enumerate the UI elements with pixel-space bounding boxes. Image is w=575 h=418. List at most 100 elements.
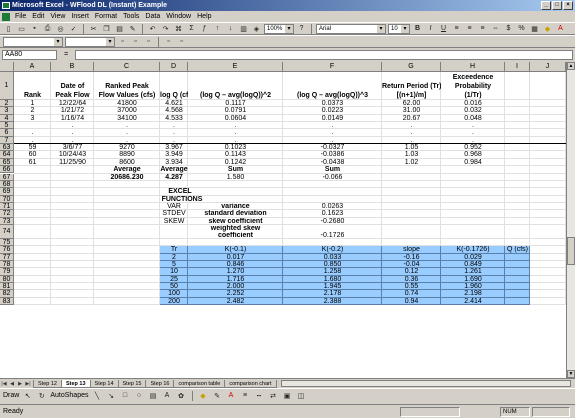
column-header-i[interactable]: I	[505, 62, 530, 72]
3d-icon[interactable]: ◫	[296, 390, 307, 401]
arrow-icon[interactable]: ↘	[106, 390, 117, 401]
horizontal-scrollbar[interactable]	[280, 380, 571, 387]
menu-window[interactable]: Window	[163, 11, 194, 22]
row-header-3[interactable]: 3	[0, 107, 14, 115]
wordart-icon[interactable]: A	[162, 390, 173, 401]
toolbar-icon[interactable]: ▫	[176, 36, 187, 47]
sheet-tab[interactable]: Step 12	[33, 379, 62, 388]
paste-icon[interactable]: ▤	[114, 23, 125, 34]
row-header-77[interactable]: 77	[0, 253, 14, 261]
cut-icon[interactable]: ✂	[88, 23, 99, 34]
sort-ascending-icon[interactable]: ↑	[212, 23, 223, 34]
menu-data[interactable]: Data	[142, 11, 163, 22]
column-header-d[interactable]: D	[160, 62, 188, 72]
sort-descending-icon[interactable]: ↓	[225, 23, 236, 34]
font-size-select[interactable]: 10	[388, 23, 410, 34]
align-center-icon[interactable]: ≡	[464, 23, 475, 34]
toolbar-icon[interactable]: ▫	[117, 36, 128, 47]
arrow-style-icon[interactable]: ⇄	[268, 390, 279, 401]
spelling-icon[interactable]: ✓	[68, 23, 79, 34]
print-preview-icon[interactable]: ◎	[55, 23, 66, 34]
line-style-icon[interactable]: ≡	[240, 390, 251, 401]
column-header-f[interactable]: F	[283, 62, 382, 72]
scroll-down-arrow[interactable]: ▼	[567, 370, 575, 378]
row-header-6[interactable]: 6	[0, 129, 14, 137]
sheet-tab[interactable]: Step 14	[89, 379, 119, 388]
row-header-68[interactable]: 68	[0, 180, 14, 189]
style-select[interactable]	[3, 36, 63, 47]
dash-style-icon[interactable]: ┅	[254, 390, 265, 401]
clipart-icon[interactable]: ✿	[176, 390, 187, 401]
save-icon[interactable]: ▪	[29, 23, 40, 34]
maximize-button[interactable]: □	[552, 1, 562, 10]
vertical-scrollbar[interactable]: ▲ ▼	[566, 62, 575, 378]
row-header-71[interactable]: 71	[0, 202, 14, 211]
scroll-thumb[interactable]	[567, 237, 575, 265]
column-header-h[interactable]: H	[441, 62, 505, 72]
column-header-a[interactable]: A	[14, 62, 51, 72]
close-button[interactable]: ×	[563, 1, 573, 10]
formula-input[interactable]	[75, 49, 573, 60]
autoshapes-menu[interactable]: AutoShapes	[50, 392, 88, 399]
copy-icon[interactable]: ❐	[101, 23, 112, 34]
italic-icon[interactable]: I	[425, 23, 436, 34]
row-header-2[interactable]: 2	[0, 100, 14, 108]
align-left-icon[interactable]: ≡	[451, 23, 462, 34]
format-painter-icon[interactable]: ✎	[127, 23, 138, 34]
row-header-80[interactable]: 80	[0, 275, 14, 284]
formula-equals-icon[interactable]: =	[60, 51, 72, 58]
menu-view[interactable]: View	[47, 11, 68, 22]
column-header-g[interactable]: G	[382, 62, 441, 72]
merge-center-icon[interactable]: ⇔	[490, 23, 501, 34]
secondary-select[interactable]	[65, 36, 115, 47]
row-header-75[interactable]: 75	[0, 238, 14, 247]
menu-tools[interactable]: Tools	[120, 11, 142, 22]
column-header-e[interactable]: E	[188, 62, 283, 72]
row-header-81[interactable]: 81	[0, 283, 14, 291]
hyperlink-icon[interactable]: ⌘	[173, 23, 184, 34]
draw-fill-color-icon[interactable]: ◆	[198, 390, 209, 401]
draw-font-color-icon[interactable]: A	[226, 390, 237, 401]
free-rotate-icon[interactable]: ↻	[36, 390, 47, 401]
row-header-67[interactable]: 67	[0, 173, 14, 181]
shadow-icon[interactable]: ▣	[282, 390, 293, 401]
percent-icon[interactable]: %	[516, 23, 527, 34]
underline-icon[interactable]: U	[438, 23, 449, 34]
menu-help[interactable]: Help	[194, 11, 214, 22]
column-header-j[interactable]: J	[530, 62, 566, 72]
select-objects-icon[interactable]: ↖	[22, 390, 33, 401]
row-header-82[interactable]: 82	[0, 290, 14, 298]
row-header-7[interactable]: 7	[0, 136, 14, 145]
row-header-72[interactable]: 72	[0, 210, 14, 218]
autosum-icon[interactable]: Σ	[186, 23, 197, 34]
sheet-tab[interactable]: Step 13	[60, 379, 91, 388]
row-header-79[interactable]: 79	[0, 268, 14, 276]
open-icon[interactable]: ▭	[16, 23, 27, 34]
sheet-tab[interactable]: comparison table	[173, 379, 226, 388]
draw-menu[interactable]: Draw	[3, 392, 19, 399]
toolbar-icon[interactable]: ▫	[163, 36, 174, 47]
next-sheet-arrow[interactable]: ▶	[16, 380, 24, 388]
scroll-up-arrow[interactable]: ▲	[567, 62, 575, 70]
row-header-64[interactable]: 64	[0, 151, 14, 159]
oval-icon[interactable]: ○	[134, 390, 145, 401]
select-all-corner[interactable]	[0, 62, 14, 72]
font-select[interactable]: Arial	[316, 23, 386, 34]
fill-color-icon[interactable]: ◆	[542, 23, 553, 34]
align-right-icon[interactable]: ≡	[477, 23, 488, 34]
prev-sheet-arrow[interactable]: ◀	[8, 380, 16, 388]
menu-file[interactable]: File	[12, 11, 29, 22]
redo-icon[interactable]: ↷	[160, 23, 171, 34]
row-header-66[interactable]: 66	[0, 166, 14, 174]
row-header-4[interactable]: 4	[0, 114, 14, 123]
textbox-icon[interactable]: ▤	[148, 390, 159, 401]
name-box[interactable]: AA80	[2, 49, 57, 60]
last-sheet-arrow[interactable]: ▶|	[24, 380, 32, 388]
row-header-70[interactable]: 70	[0, 195, 14, 203]
row-header-1[interactable]: 1	[0, 72, 14, 100]
bold-icon[interactable]: B	[412, 23, 423, 34]
menu-edit[interactable]: Edit	[29, 11, 47, 22]
column-header-c[interactable]: C	[94, 62, 160, 72]
menu-format[interactable]: Format	[92, 11, 120, 22]
line-icon[interactable]: ╲	[92, 390, 103, 401]
